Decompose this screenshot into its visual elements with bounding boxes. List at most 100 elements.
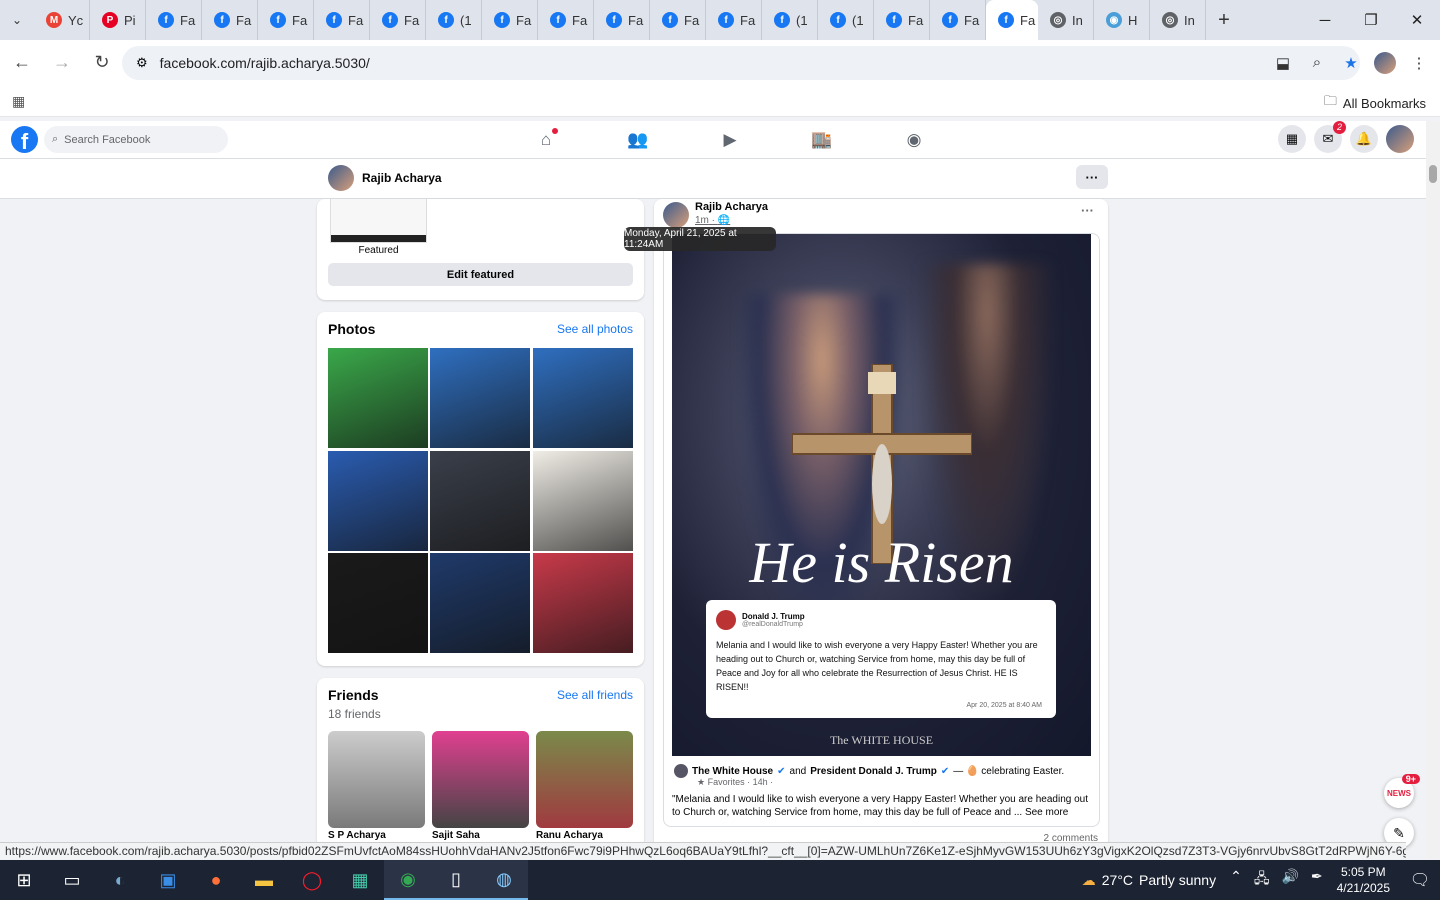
video-icon[interactable]: ▶ — [684, 121, 776, 159]
close-window-icon[interactable]: ✕ — [1394, 0, 1440, 40]
search-facebook-input[interactable]: ⌕ Search Facebook — [44, 126, 228, 153]
task-view-icon[interactable]: ▭ — [48, 860, 96, 900]
photo-thumbnail[interactable] — [430, 553, 530, 653]
new-tab-button[interactable]: + — [1206, 9, 1242, 32]
scrollbar-thumb[interactable] — [1429, 165, 1437, 183]
site-info-icon[interactable]: ⚙ — [136, 55, 148, 71]
page-scrollbar[interactable] — [1426, 121, 1440, 859]
browser-tab[interactable]: ◉ H — [1094, 0, 1150, 40]
photo-thumbnail[interactable] — [533, 553, 633, 653]
messenger-icon[interactable]: ✉ 2 — [1314, 121, 1346, 153]
browser-tab[interactable]: f (1 — [762, 0, 818, 40]
photo-thumbnail[interactable] — [430, 348, 530, 448]
browser-tab[interactable]: f Fa — [706, 0, 762, 40]
profile-avatar[interactable] — [1372, 50, 1398, 76]
install-app-icon[interactable]: ⬓ — [1270, 50, 1296, 76]
browser-tab[interactable]: f Fa — [874, 0, 930, 40]
restore-icon[interactable]: ❐ — [1348, 0, 1394, 40]
post-author-avatar[interactable] — [663, 202, 689, 228]
see-all-friends-link[interactable]: See all friends — [557, 688, 633, 702]
friend-name[interactable]: S P Acharya — [328, 830, 386, 841]
notifications-icon[interactable]: 🗨 — [1400, 870, 1440, 890]
post-author-name[interactable]: Rajib Acharya — [695, 201, 768, 213]
home-icon[interactable]: ⌂ — [500, 121, 592, 159]
profile-name[interactable]: Rajib Acharya — [362, 171, 442, 185]
tab-search-button[interactable]: ⌄ — [0, 0, 34, 40]
photo-thumbnail[interactable] — [328, 451, 428, 551]
profile-avatar-small[interactable] — [328, 165, 354, 191]
copilot-icon[interactable]: ◐ — [96, 860, 144, 900]
volume-icon[interactable]: 🔊 — [1281, 868, 1298, 892]
page-avatar[interactable] — [674, 764, 688, 778]
friend-photo[interactable] — [328, 731, 425, 828]
friend-name[interactable]: Ranu Acharya — [536, 830, 603, 841]
browser-tab[interactable]: f Fa — [594, 0, 650, 40]
browser-tab[interactable]: f Fa — [258, 0, 314, 40]
media-app-icon[interactable]: ◍ — [480, 860, 528, 900]
featured-thumbnail[interactable] — [330, 199, 427, 243]
notifications-bell-icon[interactable]: 🔔 — [1350, 125, 1378, 153]
photo-thumbnail[interactable] — [533, 451, 633, 551]
browser-tab[interactable]: f (1 — [426, 0, 482, 40]
chevron-up-icon[interactable]: ⌃ — [1230, 868, 1242, 892]
browser-tab[interactable]: M Yc — [34, 0, 90, 40]
windows-start-icon[interactable]: ⊞ — [0, 860, 48, 900]
friend-photo[interactable] — [432, 731, 529, 828]
omnibox[interactable]: ⚙ facebook.com/rajib.acharya.5030/ — [122, 46, 1360, 80]
post-image[interactable]: He is Risen Donald J. Trump @realDonaldT… — [672, 234, 1091, 756]
url-text[interactable]: facebook.com/rajib.acharya.5030/ — [160, 55, 370, 71]
bookmark-star-icon[interactable]: ★ — [1338, 50, 1364, 76]
app-icon[interactable]: ▣ — [144, 860, 192, 900]
profile-more-button[interactable]: ··· — [1076, 165, 1108, 189]
weather-widget[interactable]: ☁ 27°C Partly sunny — [1082, 872, 1216, 889]
opera-icon[interactable]: ◯ — [288, 860, 336, 900]
photo-thumbnail[interactable] — [328, 553, 428, 653]
browser-tab[interactable]: ◎ In — [1150, 0, 1206, 40]
zoom-icon[interactable]: ⌕ — [1304, 50, 1330, 76]
file-explorer-icon[interactable]: ▬ — [240, 860, 288, 900]
chrome-menu-icon[interactable]: ⋮ — [1406, 50, 1432, 76]
shared-post-text[interactable]: "Melania and I would like to wish everyo… — [672, 793, 1097, 819]
friend-photo[interactable] — [536, 731, 633, 828]
photo-thumbnail[interactable] — [533, 348, 633, 448]
browser-tab[interactable]: f Fa — [482, 0, 538, 40]
news-bubble[interactable]: NEWS 9+ — [1384, 774, 1420, 808]
store-icon[interactable]: ▦ — [336, 860, 384, 900]
browser-tab[interactable]: f Fa — [202, 0, 258, 40]
reload-icon[interactable]: ↻ — [84, 45, 120, 81]
browser-tab[interactable]: fFa✕ — [986, 0, 1038, 40]
network-icon[interactable]: 🖧 — [1254, 868, 1270, 892]
apps-grid-icon[interactable]: ▦ — [12, 93, 25, 110]
document-icon[interactable]: ▯ — [432, 860, 480, 900]
edit-featured-button[interactable]: Edit featured — [328, 263, 633, 286]
clock[interactable]: 5:05 PM 4/21/2025 — [1337, 864, 1390, 896]
marketplace-icon[interactable]: 🏬 — [776, 121, 868, 159]
post-timestamp[interactable]: 1m · 🌐 — [695, 215, 730, 226]
back-icon[interactable]: ← — [4, 45, 40, 81]
pen-icon[interactable]: ✒ — [1311, 868, 1323, 892]
browser-tab[interactable]: f Fa — [538, 0, 594, 40]
browser-tab[interactable]: f Fa — [146, 0, 202, 40]
browser-tab[interactable]: f Fa — [930, 0, 986, 40]
chrome-icon[interactable]: ◉ — [384, 860, 432, 900]
account-avatar[interactable] — [1386, 125, 1414, 153]
minimize-icon[interactable]: ─ — [1302, 0, 1348, 40]
browser-tab[interactable]: f (1 — [818, 0, 874, 40]
friends-icon[interactable]: 👥 — [592, 121, 684, 159]
browser-tab[interactable]: ◎ In — [1038, 0, 1094, 40]
firefox-icon[interactable]: ● — [192, 860, 240, 900]
shared-page-link[interactable]: The White House — [692, 766, 773, 777]
friend-name[interactable]: Sajit Saha — [432, 830, 480, 841]
browser-tab[interactable]: f Fa — [650, 0, 706, 40]
post-options-icon[interactable]: ··· — [1081, 203, 1094, 218]
facebook-logo-icon[interactable]: f — [11, 126, 38, 153]
photo-thumbnail[interactable] — [328, 348, 428, 448]
photo-thumbnail[interactable] — [430, 451, 530, 551]
all-bookmarks-button[interactable]: 🗀 All Bookmarks — [1324, 92, 1426, 114]
see-all-photos-link[interactable]: See all photos — [557, 322, 633, 336]
browser-tab[interactable]: P Pi — [90, 0, 146, 40]
shared-post[interactable]: He is Risen Donald J. Trump @realDonaldT… — [663, 233, 1100, 827]
groups-icon[interactable]: ◉ — [868, 121, 960, 159]
menu-grid-icon[interactable]: ▦ — [1278, 125, 1306, 153]
browser-tab[interactable]: f Fa — [370, 0, 426, 40]
